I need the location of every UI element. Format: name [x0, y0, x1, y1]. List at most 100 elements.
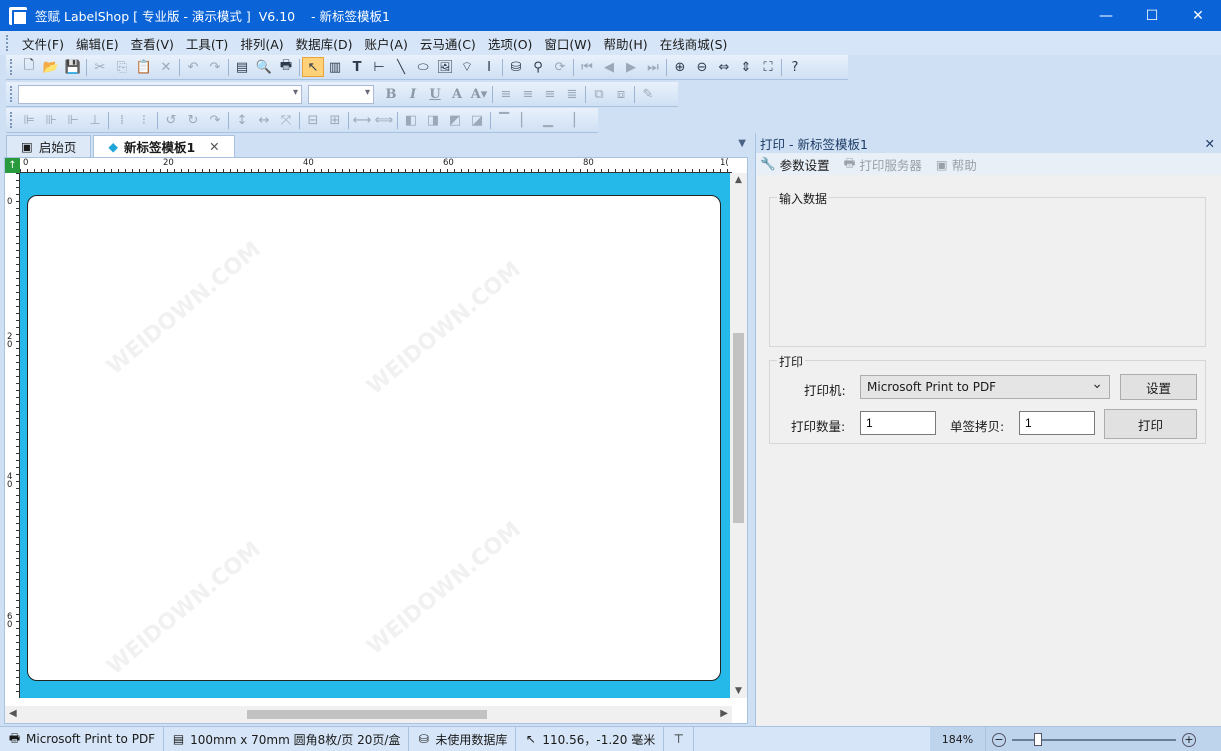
tab-start-page[interactable]: ▣ 启始页 [6, 135, 92, 157]
same-size-icon[interactable]: ⤧ [275, 110, 297, 130]
menu-account[interactable]: 账户(A) [359, 34, 414, 53]
refresh-icon[interactable]: ⟳ [549, 57, 571, 77]
toolbar-grip[interactable] [10, 112, 14, 128]
same-width-icon[interactable]: ↔ [253, 110, 275, 130]
text-highlight-icon[interactable]: A [446, 84, 468, 104]
scroll-up-icon[interactable]: ▲ [730, 175, 747, 185]
label-work-area[interactable]: WEIDOWN.COM WEIDOWN.COM WEIDOWN.COM WEID… [20, 173, 732, 698]
database-icon[interactable]: ⛁ [505, 57, 527, 77]
grid-icon[interactable]: ⊤ [672, 732, 685, 746]
zoom-in-icon[interactable]: ⊕ [669, 57, 691, 77]
save-icon[interactable]: 💾 [62, 57, 84, 77]
menu-edit[interactable]: 编辑(E) [70, 34, 125, 53]
page-setup-icon[interactable]: ▤ [231, 57, 253, 77]
print-server-button[interactable]: 🖶 打印服务器 [844, 154, 922, 175]
fit-page-icon[interactable]: ⛶ [757, 57, 779, 77]
scroll-right-icon[interactable]: ▶ [720, 708, 728, 719]
paste-icon[interactable]: 📋 [133, 57, 155, 77]
ruler-origin-icon[interactable]: ↑ [5, 158, 20, 173]
last-record-icon[interactable]: ⏭ [642, 57, 664, 77]
justify-icon[interactable]: ≣ [561, 84, 583, 104]
toolbar-grip[interactable] [10, 86, 14, 102]
fit-width-icon[interactable]: ⇔ [713, 57, 735, 77]
menu-view[interactable]: 查看(V) [125, 34, 180, 53]
center-v-icon[interactable]: ⊞ [324, 110, 346, 130]
menu-help[interactable]: 帮助(H) [598, 34, 654, 53]
menu-shop[interactable]: 在线商城(S) [654, 34, 734, 53]
undo-icon[interactable]: ↶ [182, 57, 204, 77]
menu-database[interactable]: 数据库(D) [290, 34, 359, 53]
zoom-out-icon[interactable]: − [992, 732, 1006, 747]
bring-front-icon[interactable]: ◧ [400, 110, 422, 130]
menu-window[interactable]: 窗口(W) [538, 34, 597, 53]
align-page-right-icon[interactable]: ▕ [559, 110, 581, 130]
menu-tools[interactable]: 工具(T) [180, 34, 234, 53]
zoom-slider[interactable] [1012, 732, 1176, 746]
first-record-icon[interactable]: ⏮ [576, 57, 598, 77]
tab-list-dropdown-icon[interactable]: ▼ [738, 138, 746, 149]
menu-file[interactable]: 文件(F) [16, 34, 70, 53]
barcode-icon[interactable]: ▥ [324, 57, 346, 77]
vertical-scrollbar[interactable]: ▲ ▼ [730, 173, 747, 698]
param-settings-button[interactable]: 🔧 参数设置 [760, 155, 830, 174]
panel-close-icon[interactable]: ✕ [1205, 136, 1215, 151]
toolbar-grip[interactable] [10, 59, 14, 75]
fit-height-icon[interactable]: ⇕ [735, 57, 757, 77]
underline-icon[interactable]: U [424, 84, 446, 104]
select-pointer-icon[interactable]: ↖ [302, 57, 324, 77]
prev-record-icon[interactable]: ◀ [598, 57, 620, 77]
align-objects-right-icon[interactable]: ⊩ [62, 110, 84, 130]
font-size-select[interactable] [308, 84, 374, 104]
zoom-out-icon[interactable]: ⊖ [691, 57, 713, 77]
rotate-180-icon[interactable]: ↻ [182, 110, 204, 130]
print-preview-icon[interactable]: 🔍 [253, 57, 275, 77]
align-right-icon[interactable]: ≡ [539, 84, 561, 104]
shape-tool-icon[interactable]: ⬭ [412, 57, 434, 77]
print-button[interactable]: 打印 [1104, 409, 1197, 439]
copy-icon[interactable]: ⎘ [111, 57, 133, 77]
new-file-icon[interactable]: 🗋 [18, 57, 40, 77]
properties-icon[interactable]: ✎ [637, 84, 659, 104]
rotate-270-icon[interactable]: ↷ [204, 110, 226, 130]
distribute-v-icon[interactable]: ⁝ [133, 110, 155, 130]
next-record-icon[interactable]: ▶ [620, 57, 642, 77]
binoculars-icon[interactable]: ⚲ [527, 57, 549, 77]
font-name-select[interactable] [18, 84, 302, 104]
help-button[interactable]: ▣ 帮助 [936, 155, 977, 174]
ungroup-icon[interactable]: ⧈ [610, 84, 632, 104]
menu-arrange[interactable]: 排列(A) [234, 34, 289, 53]
align-left-icon[interactable]: ≡ [495, 84, 517, 104]
send-backward-icon[interactable]: ◪ [466, 110, 488, 130]
same-height-icon[interactable]: ↕ [231, 110, 253, 130]
print-quantity-input[interactable] [860, 411, 936, 435]
font-color-icon[interactable]: A▾ [468, 84, 490, 104]
vertical-scroll-thumb[interactable] [733, 333, 744, 523]
distribute-h-icon[interactable]: ⁞ [111, 110, 133, 130]
align-page-bottom-icon[interactable]: ▁ [537, 110, 559, 130]
delete-icon[interactable]: ✕ [155, 57, 177, 77]
zoom-in-icon[interactable]: + [1182, 732, 1196, 747]
printer-icon[interactable]: 🖶 [275, 57, 297, 77]
rotate-90-icon[interactable]: ↺ [160, 110, 182, 130]
italic-icon[interactable]: I [402, 84, 424, 104]
label-sheet[interactable]: WEIDOWN.COM WEIDOWN.COM WEIDOWN.COM WEID… [27, 195, 721, 681]
rfid-icon[interactable]: ⌔ [456, 57, 478, 77]
bring-forward-icon[interactable]: ◩ [444, 110, 466, 130]
group-icon[interactable]: ⧉ [588, 84, 610, 104]
align-page-top-icon[interactable]: ▔ [493, 110, 515, 130]
help-icon[interactable]: ? [784, 57, 806, 77]
printer-select[interactable]: Microsoft Print to PDF [860, 375, 1110, 399]
align-objects-left-icon[interactable]: ⊫ [18, 110, 40, 130]
horizontal-scroll-thumb[interactable] [247, 710, 487, 719]
align-objects-center-icon[interactable]: ⊪ [40, 110, 62, 130]
align-page-left-icon[interactable]: ▏ [515, 110, 537, 130]
text-tool-icon[interactable]: T [346, 57, 368, 77]
zoom-slider-thumb[interactable] [1033, 732, 1042, 746]
menu-grip[interactable] [6, 35, 10, 51]
tab-new-template[interactable]: ◆ 新标签模板1 ✕ [93, 135, 235, 157]
align-center-icon[interactable]: ≡ [517, 84, 539, 104]
horizontal-scrollbar[interactable]: ◀ ▶ [5, 706, 732, 723]
send-back-icon[interactable]: ◨ [422, 110, 444, 130]
scroll-down-icon[interactable]: ▼ [730, 686, 747, 696]
diagonal-line-icon[interactable]: ╲ [390, 57, 412, 77]
